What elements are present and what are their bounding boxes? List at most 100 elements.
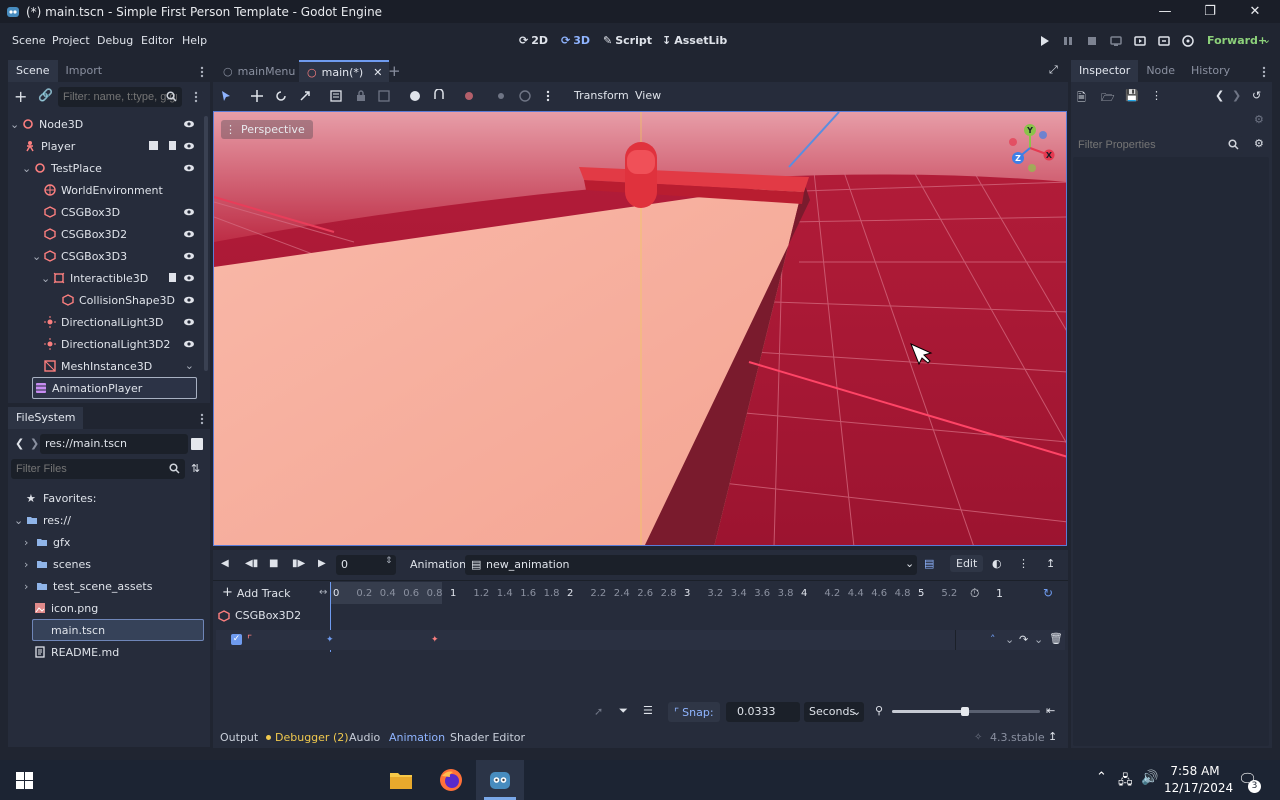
network-icon[interactable]: 🖧 [1118, 771, 1133, 793]
visibility-eye-icon[interactable] [183, 140, 195, 152]
visibility-eye-icon[interactable] [183, 228, 195, 240]
open-folder-icon[interactable]: 🗁 [1101, 89, 1115, 108]
visibility-eye-icon[interactable] [183, 162, 195, 174]
add-node-icon[interactable]: + [14, 87, 27, 106]
back-arrow-icon[interactable]: ❮ [1215, 89, 1224, 102]
track-enabled-checkbox[interactable]: ✓ [231, 634, 242, 645]
tab-filesystem[interactable]: FileSystem [8, 407, 84, 429]
fs-favorites[interactable]: ★ Favorites: [10, 487, 204, 509]
select-tool-icon[interactable] [219, 89, 233, 103]
workspace-assetlib-button[interactable]: ↧ AssetLib [662, 34, 727, 47]
track-group-header[interactable]: CSGBox3D2 [218, 609, 301, 622]
keyframe-marker[interactable]: ✦ [326, 635, 334, 645]
animation-menu[interactable]: Animation [410, 558, 466, 571]
visibility-eye-icon[interactable] [183, 250, 195, 262]
chevron-up-icon[interactable]: ⌃ [1096, 770, 1107, 785]
tab-scene[interactable]: Scene [8, 60, 58, 82]
history-icon[interactable]: ↺ [1252, 89, 1261, 102]
tree-node-interactible3d[interactable]: ⌄ Interactible3D [10, 267, 198, 289]
zoom-slider-handle[interactable] [961, 707, 969, 716]
play-backward-icon[interactable]: ◀▮ [245, 558, 258, 569]
play-custom-scene-icon[interactable] [1157, 34, 1171, 48]
minimize-button[interactable]: — [1142, 0, 1188, 23]
visibility-eye-icon[interactable] [183, 272, 195, 284]
fs-folder-scenes[interactable]: › scenes [10, 553, 204, 575]
kebab-menu-icon[interactable] [200, 413, 204, 425]
tree-node-meshinstance3d[interactable]: MeshInstance3D ⌄ [10, 355, 198, 377]
windows-start-icon[interactable] [16, 772, 33, 789]
fs-file-icon-png[interactable]: icon.png [10, 597, 204, 619]
kebab-menu-icon[interactable]: ⋮ [1018, 557, 1029, 570]
fit-to-panel-icon[interactable]: ⇤ [1046, 704, 1055, 717]
kebab-menu-icon[interactable] [200, 66, 204, 78]
visibility-eye-icon[interactable] [183, 316, 195, 328]
pause-icon[interactable] [1061, 34, 1075, 48]
new-resource-icon[interactable]: 🗎 [1077, 89, 1086, 108]
clapper-icon[interactable] [148, 140, 159, 151]
tree-node-directionallight3d[interactable]: DirectionalLight3D [10, 311, 198, 333]
environment-preview-icon[interactable] [518, 89, 532, 103]
filter-icon[interactable]: ⏷ [619, 704, 628, 718]
close-window-button[interactable]: ✕ [1232, 0, 1278, 23]
bezier-icon[interactable]: ➚ [594, 705, 603, 718]
snap-value-field[interactable]: 0.0333 [726, 702, 800, 722]
tab-debugger[interactable]: Debugger (2) [275, 731, 349, 744]
chevron-down-icon[interactable]: ⌄ [1262, 33, 1271, 46]
kebab-menu-icon[interactable]: ⋮ [1151, 89, 1162, 102]
workspace-script-button[interactable]: ✎ Script [603, 34, 652, 47]
trash-icon[interactable]: 🗑 [1049, 632, 1063, 645]
tree-node-directionallight3d2[interactable]: DirectionalLight3D2 [10, 333, 198, 355]
loop-wrap-icon[interactable]: ↷ [1019, 633, 1028, 646]
scene-tab-mainmenu[interactable]: ○ mainMenu [215, 60, 299, 82]
kebab-menu-icon[interactable] [1262, 66, 1266, 78]
view-menu[interactable]: View [635, 89, 661, 102]
maximize-button[interactable]: ❐ [1187, 0, 1233, 23]
camera-override-icon[interactable] [462, 89, 476, 103]
fs-file-main-tscn[interactable]: main.tscn [32, 619, 204, 641]
filter-files-input[interactable] [11, 459, 185, 479]
play-from-start-icon[interactable]: ▶ [318, 558, 326, 569]
forward-arrow-icon[interactable]: ❯ [1232, 89, 1241, 102]
perspective-menu[interactable]: ⋮ Perspective [221, 120, 313, 139]
scrollbar[interactable] [204, 116, 208, 371]
expand-panel-icon[interactable]: ↥ [1048, 730, 1057, 743]
menu-scene[interactable]: Scene [12, 34, 46, 47]
menu-editor[interactable]: Editor [141, 34, 174, 47]
sort-icon[interactable]: ⇅ [191, 462, 200, 475]
tree-node-testplace[interactable]: ⌄ TestPlace [10, 157, 198, 179]
play-forward-icon[interactable]: ▮▶ [292, 558, 305, 569]
file-explorer-icon[interactable] [389, 769, 413, 791]
path-field[interactable]: res://main.tscn [40, 434, 188, 454]
save-icon[interactable]: 💾 [1125, 89, 1139, 102]
menu-project[interactable]: Project [52, 34, 90, 47]
stop-animation-icon[interactable]: ■ [269, 558, 278, 569]
tree-node-player[interactable]: Player [10, 135, 198, 157]
pin-icon[interactable]: ↥ [1046, 557, 1055, 570]
edit-menu[interactable]: Edit [950, 555, 984, 572]
tab-import[interactable]: Import [58, 60, 111, 82]
snap-icon[interactable] [432, 89, 446, 103]
kebab-menu-icon[interactable] [546, 89, 550, 103]
tab-inspector[interactable]: Inspector [1071, 60, 1139, 82]
link-icon[interactable]: 🔗 [38, 88, 53, 102]
tracks-list-icon[interactable]: ☰ [643, 704, 653, 717]
interpolation-icon[interactable]: ˄ [990, 633, 996, 646]
loop-icon[interactable]: ↻ [1043, 586, 1053, 600]
object-properties-icon[interactable]: ⚙ [1254, 113, 1264, 126]
play-backward-from-end-icon[interactable]: ◀ [221, 558, 229, 569]
scene-options-icon[interactable] [194, 91, 198, 103]
taskbar-clock[interactable]: 7:58 AM 12/17/2024 [1164, 763, 1233, 797]
tab-history[interactable]: History [1183, 60, 1238, 82]
back-arrow-icon[interactable]: ❮ [15, 437, 24, 450]
play-scene-icon[interactable] [1133, 34, 1147, 48]
tab-audio[interactable]: Audio [349, 731, 380, 744]
chevron-down-icon[interactable]: ⌄ [852, 705, 861, 718]
lock-icon[interactable] [354, 89, 368, 103]
group-icon[interactable] [377, 89, 391, 103]
distraction-free-icon[interactable]: ⤢ [1049, 63, 1058, 77]
transform-menu[interactable]: Transform [574, 89, 629, 102]
forward-arrow-icon[interactable]: ❯ [30, 437, 39, 450]
zoom-slider[interactable] [892, 707, 1040, 716]
script-attached-icon[interactable] [167, 272, 178, 283]
chevron-down-icon[interactable]: ⌄ [1034, 633, 1043, 646]
